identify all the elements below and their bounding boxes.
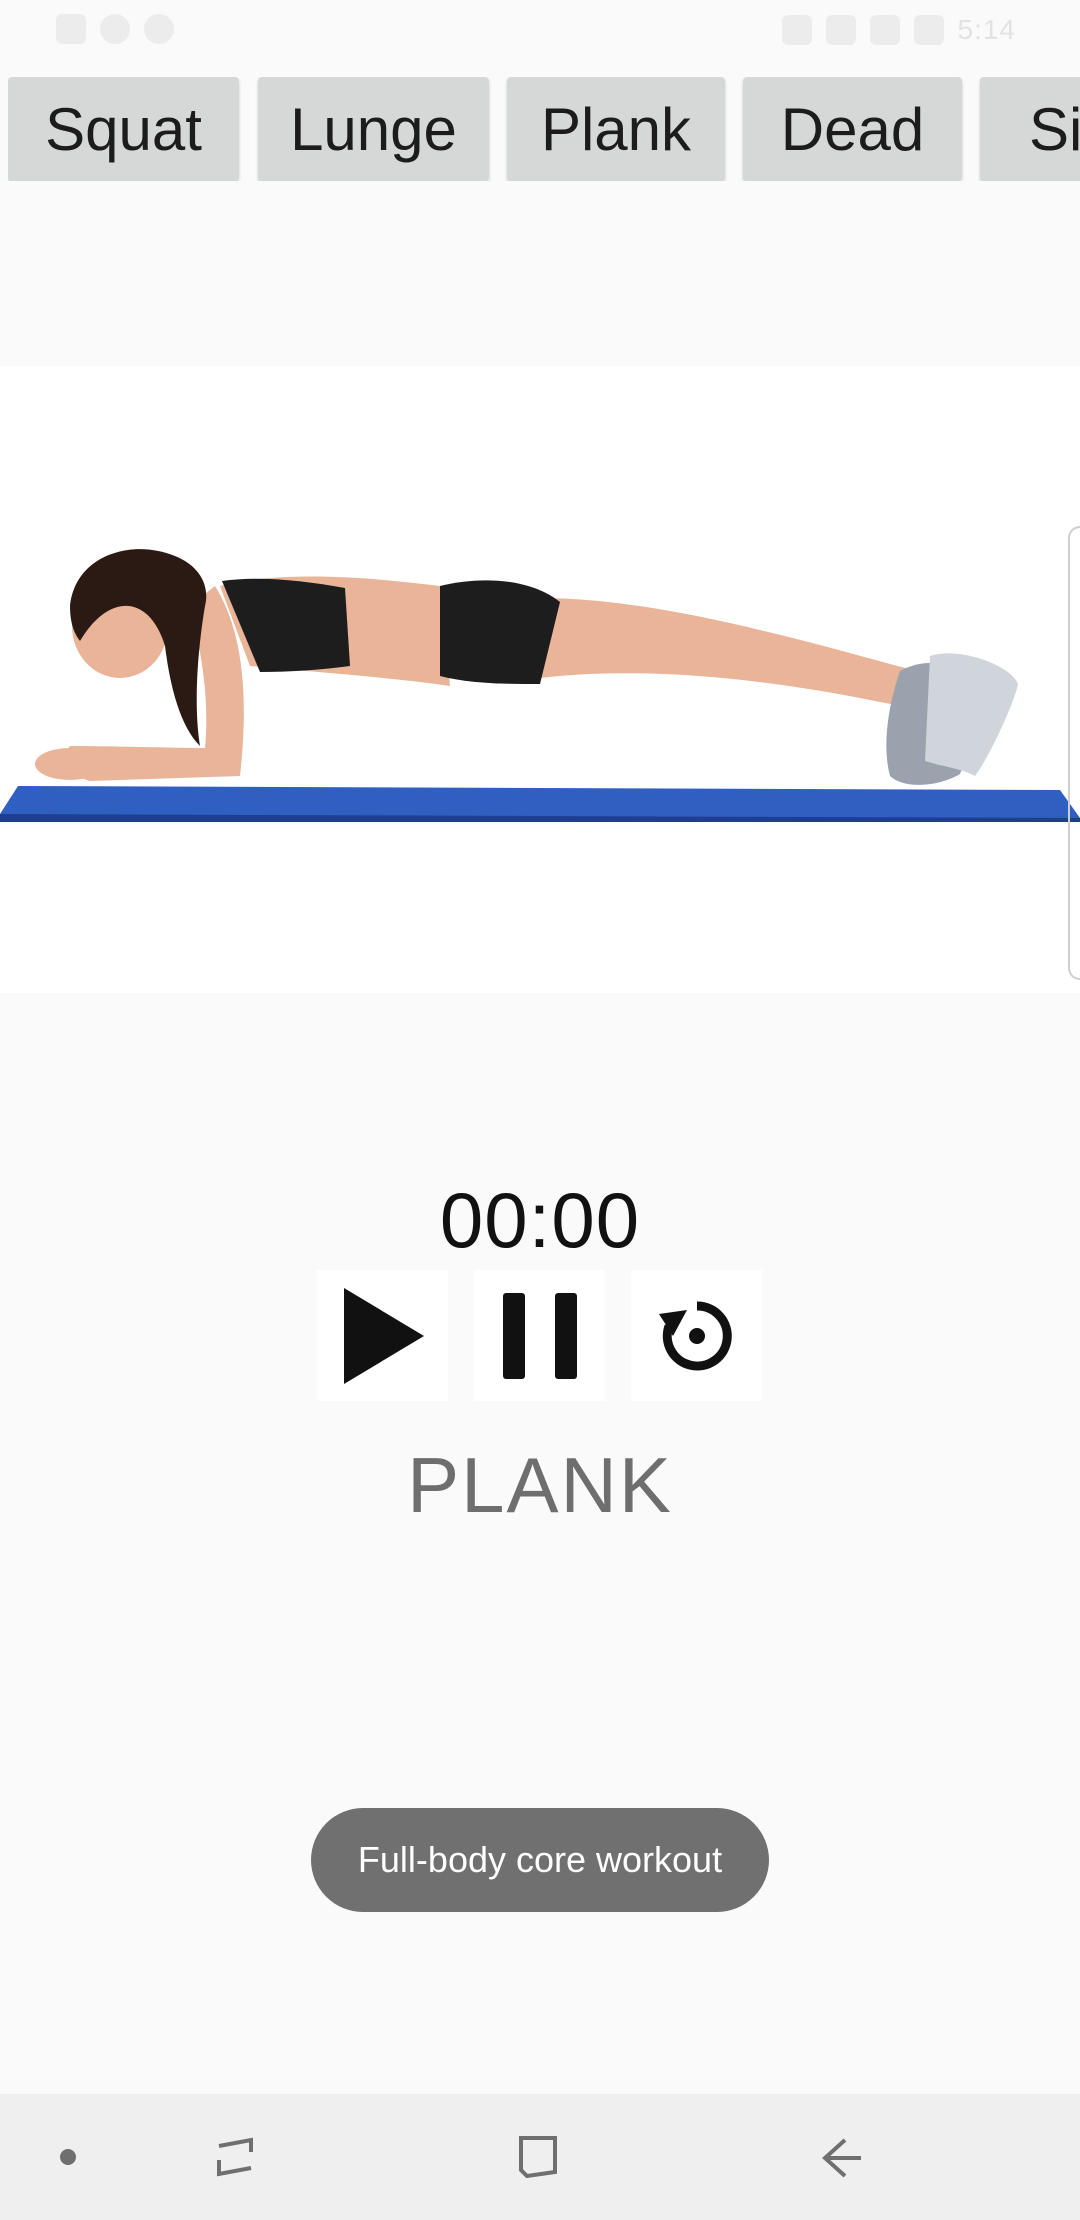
recents-icon <box>217 2137 253 2177</box>
exercise-name: PLANK <box>407 1441 673 1529</box>
app-notification-icon <box>100 14 130 44</box>
tab-si[interactable]: Si <box>980 77 1080 181</box>
alarm-notification-icon <box>144 14 174 44</box>
status-bar: 5:14 <box>0 0 1080 63</box>
sports-bra <box>222 578 350 672</box>
plank-illustration <box>0 549 1080 822</box>
scroll-indicator[interactable] <box>1068 526 1080 980</box>
pause-icon <box>502 1292 577 1379</box>
toast-message: Full-body core workout <box>311 1808 769 1912</box>
app-screen: 5:14 Squat Lunge Plank Dead Si 00:00 PLA… <box>0 0 1080 2220</box>
nav-dot-button[interactable] <box>33 2122 103 2192</box>
mute-icon <box>781 15 812 45</box>
exercise-tab-strip[interactable]: Squat Lunge Plank Dead Si <box>8 77 1080 181</box>
navigation-bar <box>0 2094 1080 2220</box>
status-system-icons: 5:14 <box>781 14 1017 46</box>
tab-dead[interactable]: Dead <box>743 77 962 181</box>
tab-lunge[interactable]: Lunge <box>258 77 489 181</box>
timer-display: 00:00 <box>439 1176 641 1264</box>
play-icon <box>343 1287 424 1384</box>
back-icon <box>822 2138 861 2178</box>
play-button[interactable] <box>317 1270 448 1401</box>
status-notification-icons <box>56 14 174 44</box>
pause-button[interactable] <box>474 1270 605 1401</box>
nav-recents-button[interactable] <box>201 2122 271 2192</box>
home-icon <box>519 2136 557 2179</box>
tab-plank[interactable]: Plank <box>507 77 725 181</box>
sim-icon <box>825 15 856 45</box>
dot-icon <box>60 2149 76 2165</box>
reset-button[interactable] <box>631 1270 762 1401</box>
hands <box>35 748 105 780</box>
reset-icon <box>658 1300 732 1370</box>
exercise-illustration <box>0 366 1080 993</box>
tab-squat[interactable]: Squat <box>8 77 239 181</box>
gallery-notification-icon <box>56 14 86 44</box>
nav-home-button[interactable] <box>503 2122 573 2192</box>
signal-icon <box>869 15 900 45</box>
timer-controls <box>317 1270 763 1401</box>
nav-back-button[interactable] <box>807 2122 877 2192</box>
status-time: 5:14 <box>957 14 1016 45</box>
shorts <box>440 580 560 684</box>
battery-icon <box>913 15 944 45</box>
